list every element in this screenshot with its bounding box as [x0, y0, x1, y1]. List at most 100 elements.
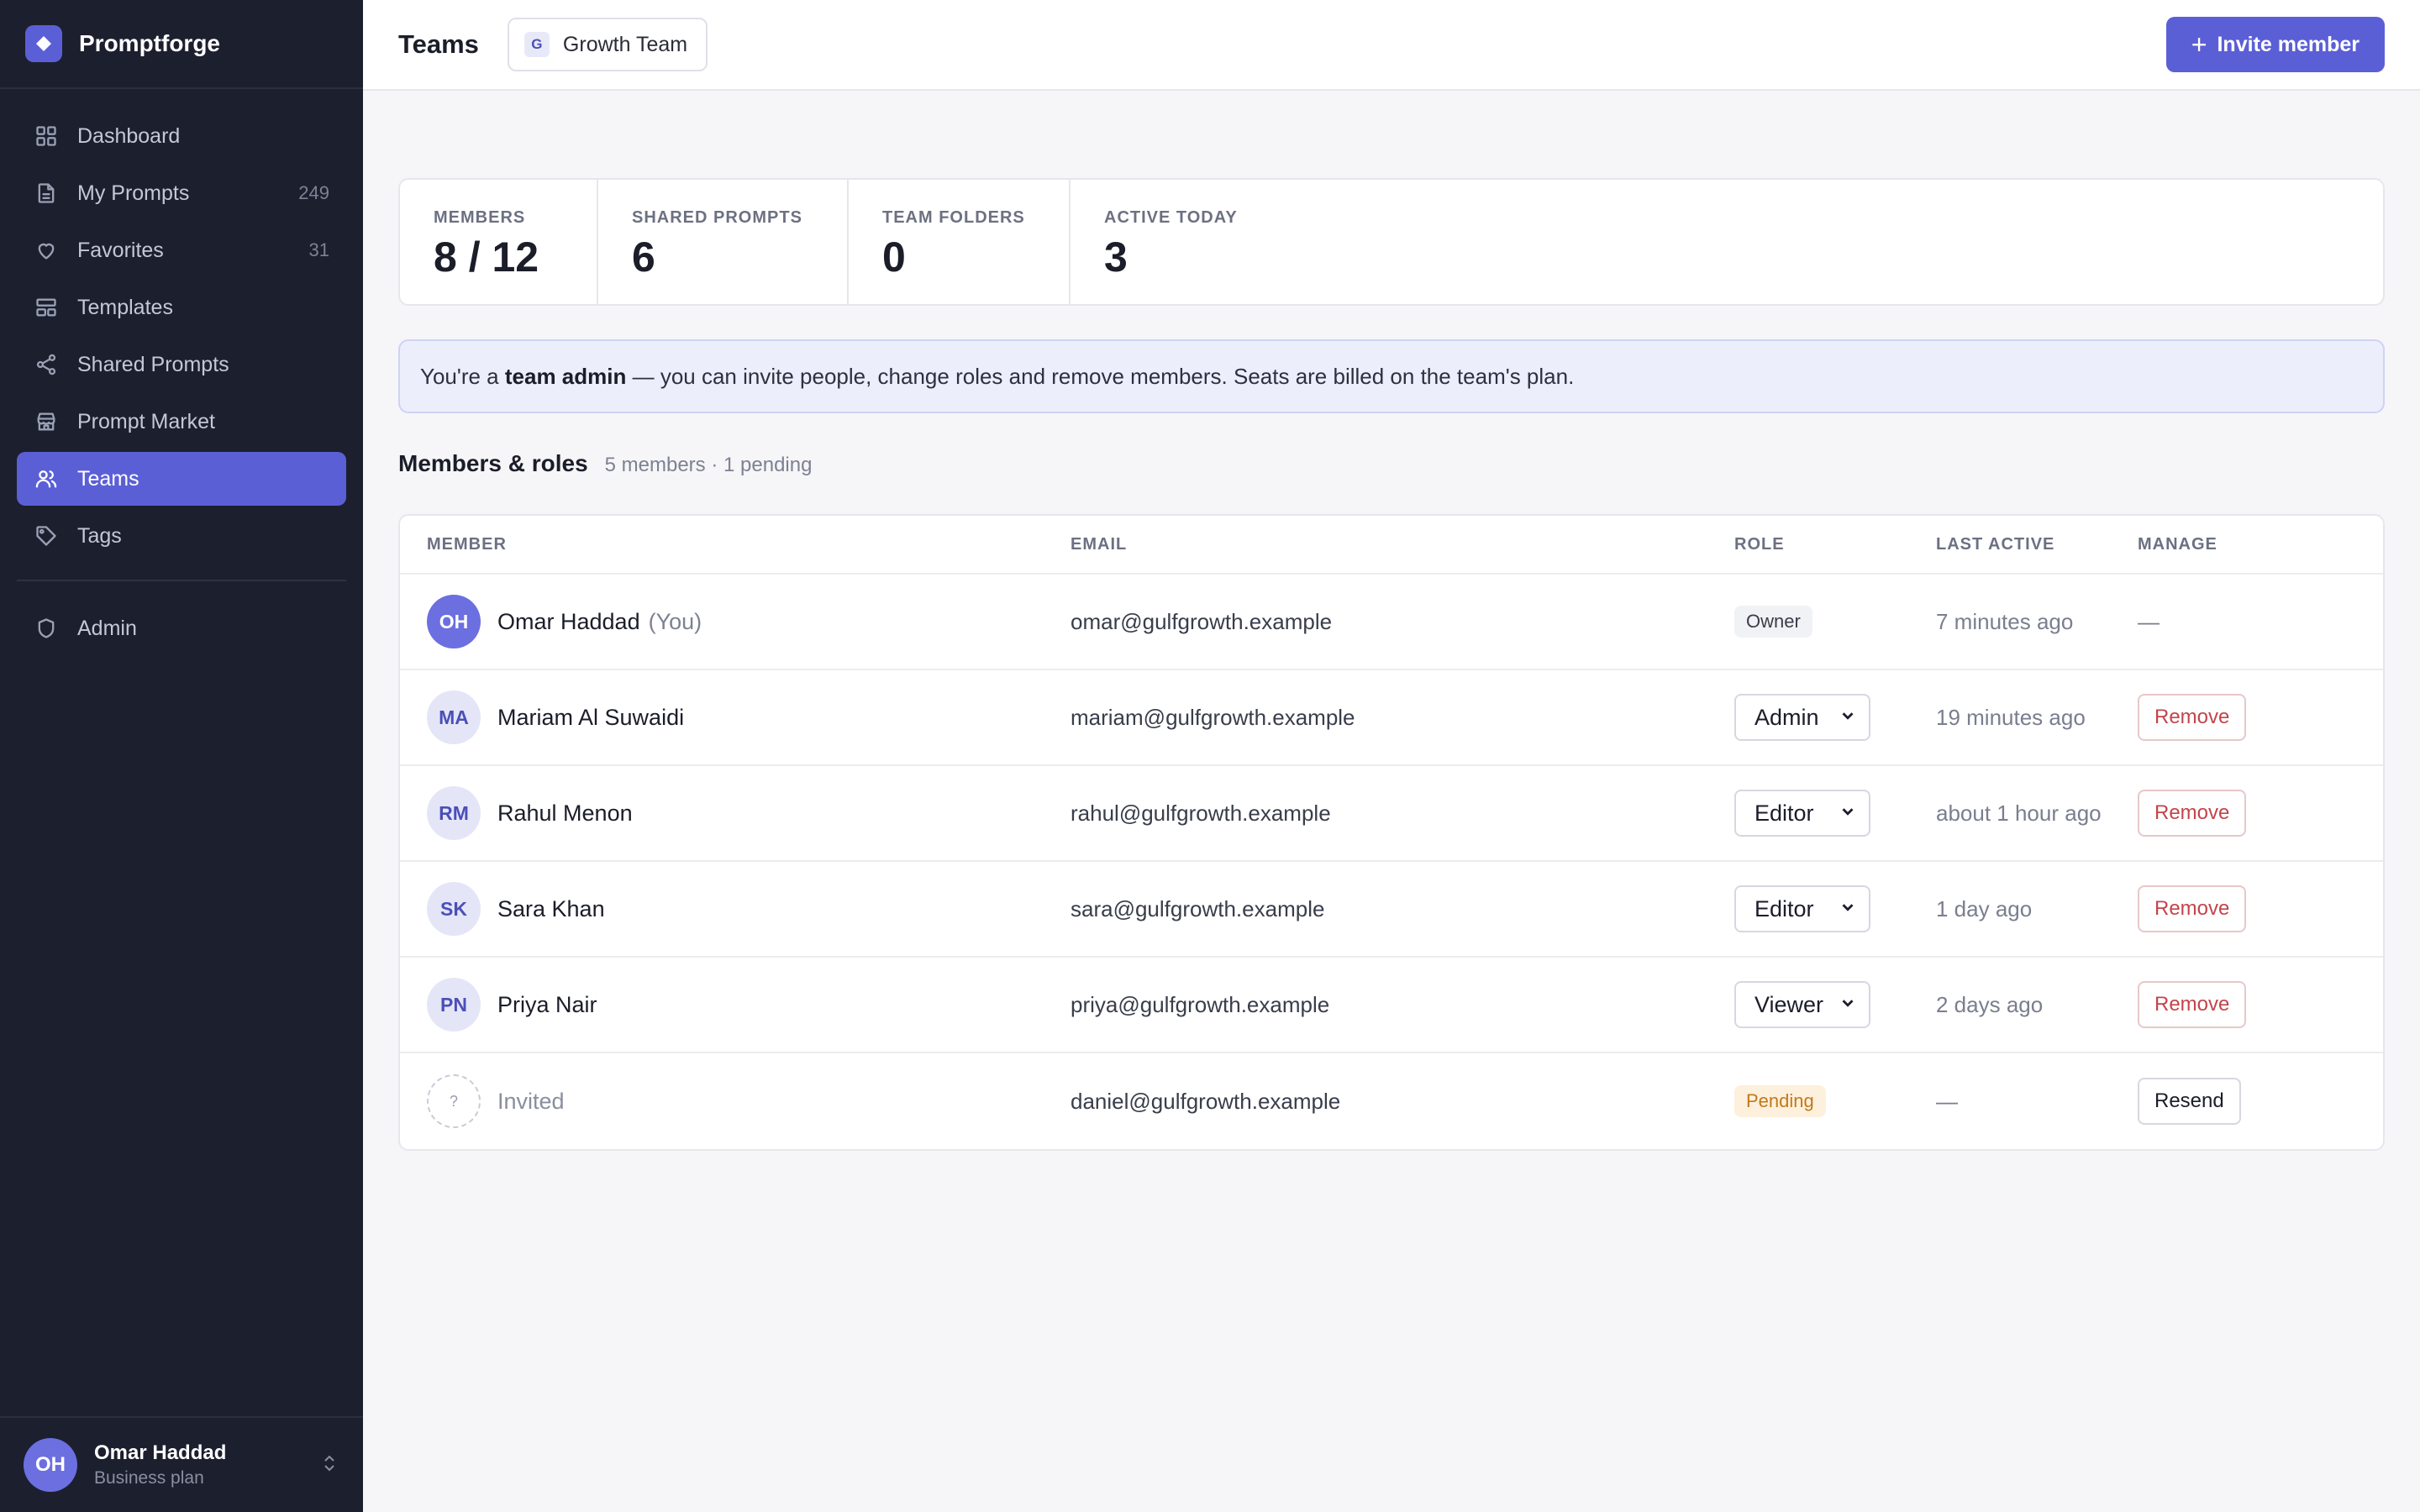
manage-none: —	[2138, 608, 2160, 634]
role-select[interactable]: Editor	[1734, 790, 1870, 837]
sidebar-item-label: Favorites	[77, 238, 164, 262]
notice-emphasis: team admin	[504, 363, 627, 389]
team-switcher[interactable]: G Growth Team	[507, 18, 708, 71]
sidebar-item-tags[interactable]: Tags	[17, 509, 346, 563]
brand[interactable]: Promptforge	[0, 0, 363, 89]
sidebar-item-label: My Prompts	[77, 181, 190, 205]
sidebar-item-my-prompts[interactable]: My Prompts 249	[17, 166, 346, 220]
remove-member-button[interactable]: Remove	[2138, 885, 2247, 932]
sidebar-item-dashboard[interactable]: Dashboard	[17, 109, 346, 163]
chevron-down-icon	[1839, 801, 1857, 827]
sidebar-item-shared-prompts[interactable]: Shared Prompts	[17, 338, 346, 391]
member-email: rahul@gulfgrowth.example	[1071, 800, 1331, 826]
invite-member-button[interactable]: + Invite member	[2165, 17, 2385, 72]
team-badge: G	[523, 32, 550, 57]
chevron-down-icon	[1839, 896, 1857, 922]
last-active: 1 day ago	[1936, 895, 2033, 921]
store-icon	[34, 409, 59, 434]
stat-value: 0	[882, 234, 906, 281]
role-cell: Admin	[1734, 694, 1936, 741]
users-icon	[34, 466, 59, 491]
stat-label: TEAM FOLDERS	[882, 208, 1025, 227]
role-select[interactable]: Admin	[1734, 694, 1870, 741]
remove-member-button[interactable]: Remove	[2138, 981, 2247, 1028]
members-table: MEMBER EMAIL ROLE LAST ACTIVE MANAGE OH …	[398, 514, 2385, 1151]
sidebar-item-favorites[interactable]: Favorites 31	[17, 223, 346, 277]
stat-shared-prompts: SHARED PROMPTS 6	[598, 180, 849, 304]
column-manage: MANAGE	[2138, 534, 2217, 554]
column-last-active: LAST ACTIVE	[1936, 534, 2055, 554]
template-icon	[34, 295, 59, 320]
member-email: mariam@gulfgrowth.example	[1071, 704, 1355, 730]
sidebar-item-label: Tags	[77, 523, 122, 548]
remove-member-button[interactable]: Remove	[2138, 694, 2247, 741]
member-name: Rahul Menon	[497, 800, 633, 826]
member-name: Priya Nair	[497, 991, 597, 1017]
notice-prefix: You're a	[420, 363, 505, 389]
chevron-up-down-icon[interactable]	[319, 1453, 339, 1478]
section-title: Members & roles	[398, 450, 588, 476]
sidebar-item-label: Admin	[77, 616, 137, 640]
notice-suffix: — you can invite people, change roles an…	[626, 363, 1575, 389]
sidebar-item-prompt-market[interactable]: Prompt Market	[17, 395, 346, 449]
role-select-value: Admin	[1754, 704, 1819, 730]
chevron-down-icon	[1839, 992, 1857, 1018]
sidebar-admin-nav: Admin	[0, 601, 363, 655]
heart-icon	[34, 238, 59, 263]
role-select-value: Editor	[1754, 895, 1814, 921]
manage-cell: Remove	[2138, 885, 2383, 932]
last-active: 19 minutes ago	[1936, 704, 2086, 730]
plus-icon: +	[2191, 29, 2207, 60]
sidebar-nav: Dashboard My Prompts 249 Favorites 31 Te…	[0, 89, 363, 563]
member-name: Mariam Al Suwaidi	[497, 704, 685, 730]
table-row: MA Mariam Al Suwaidi mariam@gulfgrowth.e…	[400, 670, 2383, 766]
sidebar-item-admin[interactable]: Admin	[17, 601, 346, 655]
shield-icon	[34, 616, 59, 641]
share-icon	[34, 352, 59, 377]
avatar: PN	[427, 978, 481, 1032]
sidebar-item-label: Templates	[77, 295, 173, 319]
manage-cell: Remove	[2138, 981, 2383, 1028]
member-email: sara@gulfgrowth.example	[1071, 895, 1325, 921]
role-select-value: Editor	[1754, 800, 1814, 826]
resend-invite-button[interactable]: Resend	[2138, 1078, 2241, 1125]
team-stats: MEMBERS 8 / 12 SHARED PROMPTS 6 TEAM FOL…	[398, 178, 2385, 306]
member-you-tag: (You)	[648, 608, 702, 634]
stat-active-today: ACTIVE TODAY 3	[1071, 180, 1271, 304]
main-content: Teams G Growth Team + Invite member MEMB…	[363, 0, 2420, 1512]
table-row-pending: ? Invited daniel@gulfgrowth.example Pend…	[400, 1053, 2383, 1149]
page-title: Teams	[398, 29, 479, 59]
last-active: 2 days ago	[1936, 991, 2044, 1017]
remove-member-button[interactable]: Remove	[2138, 790, 2247, 837]
member-name: Omar Haddad	[497, 608, 640, 634]
diamond-logo-icon	[25, 25, 62, 62]
table-row: OH Omar Haddad (You) omar@gulfgrowth.exa…	[400, 575, 2383, 670]
sidebar-item-label: Dashboard	[77, 123, 181, 148]
role-select-value: Viewer	[1754, 991, 1824, 1017]
member-cell: OH Omar Haddad (You)	[400, 595, 1071, 648]
brand-name: Promptforge	[79, 30, 220, 56]
avatar: OH	[427, 595, 481, 648]
avatar-placeholder: ?	[427, 1074, 481, 1128]
team-name: Growth Team	[562, 32, 688, 56]
admin-notice: You're a team admin — you can invite peo…	[398, 339, 2385, 413]
user-meta: Omar Haddad Business plan	[94, 1441, 319, 1488]
role-cell: Editor	[1734, 790, 1936, 837]
user-plan: Business plan	[94, 1468, 204, 1488]
sidebar-item-teams[interactable]: Teams	[17, 452, 346, 506]
role-select[interactable]: Editor	[1734, 885, 1870, 932]
owner-badge: Owner	[1734, 606, 1812, 638]
user-name: Omar Haddad	[94, 1441, 227, 1464]
sidebar-item-templates[interactable]: Templates	[17, 281, 346, 334]
avatar: OH	[24, 1438, 77, 1492]
member-cell: PN Priya Nair	[400, 978, 1071, 1032]
manage-cell: Remove	[2138, 694, 2383, 741]
member-cell: MA Mariam Al Suwaidi	[400, 690, 1071, 744]
grid-icon	[34, 123, 59, 149]
role-select[interactable]: Viewer	[1734, 981, 1870, 1028]
last-active: about 1 hour ago	[1936, 800, 2102, 826]
header: Teams G Growth Team + Invite member	[363, 0, 2420, 91]
member-cell: ? Invited	[400, 1074, 1071, 1128]
user-menu[interactable]: OH Omar Haddad Business plan	[0, 1416, 363, 1512]
avatar: RM	[427, 786, 481, 840]
